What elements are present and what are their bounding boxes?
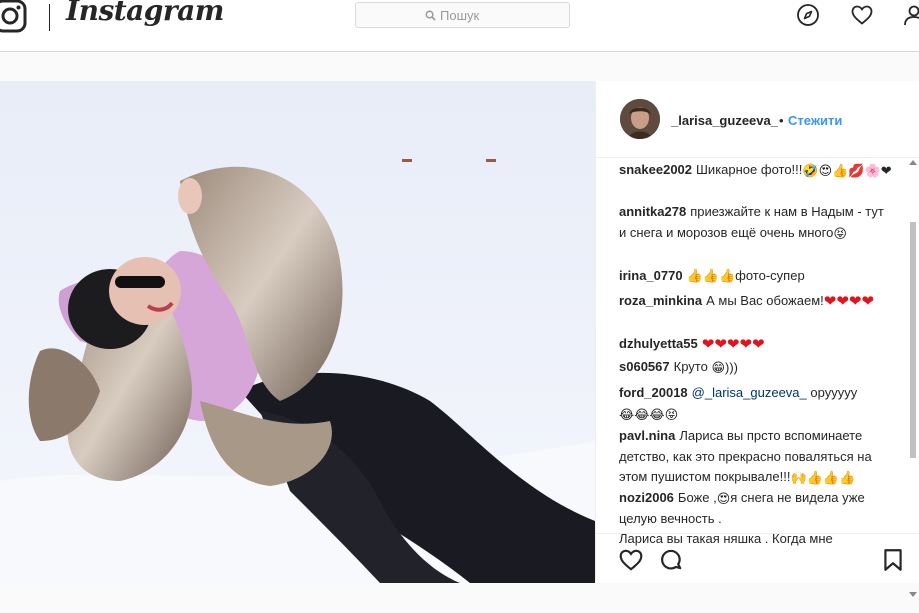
search-box[interactable] bbox=[355, 2, 570, 28]
comment-username[interactable]: dzhulyetta55 bbox=[619, 336, 698, 351]
comment-emoji: 😂😂😂😝 bbox=[619, 406, 679, 422]
comment-emoji: 🤣😍👍💋🌸❤ bbox=[802, 163, 892, 178]
comment-item: annitka278 приезжайте к нам в Надым - тут… bbox=[619, 202, 894, 243]
comment-text: Боже , bbox=[677, 490, 717, 505]
comment-username[interactable]: irina_0770 bbox=[619, 268, 683, 283]
comment-emoji: ❤❤❤❤❤ bbox=[701, 336, 765, 353]
comment-mention[interactable]: @_larisa_guzeeva_ bbox=[692, 385, 807, 400]
compass-icon[interactable] bbox=[796, 3, 820, 27]
comment-username[interactable]: roza_minkina bbox=[619, 293, 702, 308]
comment-emoji: 😁))) bbox=[711, 360, 738, 375]
heart-icon[interactable] bbox=[850, 3, 874, 27]
comment-item: dzhulyetta55 ❤❤❤❤❤ bbox=[619, 334, 894, 355]
post-header: _larisa_guzeeva_ • Стежити bbox=[596, 81, 919, 158]
avatar-image bbox=[620, 99, 660, 139]
profile-icon[interactable] bbox=[902, 3, 919, 27]
logo-divider bbox=[49, 4, 50, 31]
comment-username[interactable]: pavl.nina bbox=[619, 428, 675, 443]
comment-text: Шикарное фото!!! bbox=[696, 162, 803, 177]
comment-text: орууууу bbox=[806, 385, 858, 400]
scroll-down-arrow-icon[interactable] bbox=[909, 592, 917, 597]
avatar[interactable] bbox=[620, 99, 660, 139]
comment-username[interactable]: s060567 bbox=[619, 359, 670, 374]
separator-dot: • bbox=[779, 113, 784, 128]
post-photo[interactable] bbox=[0, 81, 595, 583]
post-side-panel: _larisa_guzeeva_ • Стежити snakee2002 Шик… bbox=[595, 81, 919, 597]
comment-item: irina_0770 👍👍👍фото-супер bbox=[619, 266, 894, 287]
comment-username[interactable]: annitka278 bbox=[619, 204, 686, 219]
comment-emoji: 😍 bbox=[716, 491, 731, 506]
scroll-up-arrow-icon[interactable] bbox=[909, 160, 917, 165]
comment-username[interactable]: nozi2006 bbox=[619, 490, 674, 505]
comments-scrollbar[interactable] bbox=[909, 160, 917, 597]
comment-bubble-icon[interactable] bbox=[658, 547, 684, 573]
comment-item: roza_minkina А мы Вас обожаем!❤❤❤❤ bbox=[619, 291, 894, 312]
instagram-glyph-icon[interactable] bbox=[0, 0, 30, 36]
post-image bbox=[0, 81, 595, 583]
comment-item: pavl.nina Лариса вы прсто вспоминаете дет… bbox=[619, 426, 894, 488]
comment-item: s060567 Круто 😁))) bbox=[619, 357, 894, 378]
comment-emoji: 😝 bbox=[833, 225, 847, 241]
comment-emoji: 🙌👍👍👍 bbox=[790, 470, 856, 485]
scroll-thumb[interactable] bbox=[910, 222, 916, 458]
follow-button[interactable]: Стежити bbox=[788, 113, 842, 128]
post-actions bbox=[596, 533, 919, 583]
top-nav: Instagram bbox=[0, 0, 919, 52]
comment-text: Круто bbox=[673, 359, 708, 374]
post-username[interactable]: _larisa_guzeeva_ bbox=[671, 113, 778, 128]
bookmark-icon[interactable] bbox=[880, 547, 906, 573]
search-icon bbox=[425, 10, 436, 21]
comment-username[interactable]: ford_20018 bbox=[619, 385, 688, 400]
like-heart-icon[interactable] bbox=[618, 547, 644, 573]
comment-username[interactable]: snakee2002 bbox=[619, 162, 692, 177]
comment-emoji: ❤❤❤❤ bbox=[823, 293, 875, 310]
instagram-wordmark[interactable]: Instagram bbox=[66, 0, 224, 27]
comment-text: А мы Вас обожаем! bbox=[706, 293, 824, 308]
comment-item: ford_20018 @_larisa_guzeeva_ орууууу 😂😂😂😝 bbox=[619, 383, 894, 424]
search-input[interactable] bbox=[440, 7, 500, 23]
comment-item: snakee2002 Шикарное фото!!!🤣😍👍💋🌸❤ bbox=[619, 160, 894, 181]
comment-text: 👍👍👍фото-супер bbox=[686, 268, 805, 283]
